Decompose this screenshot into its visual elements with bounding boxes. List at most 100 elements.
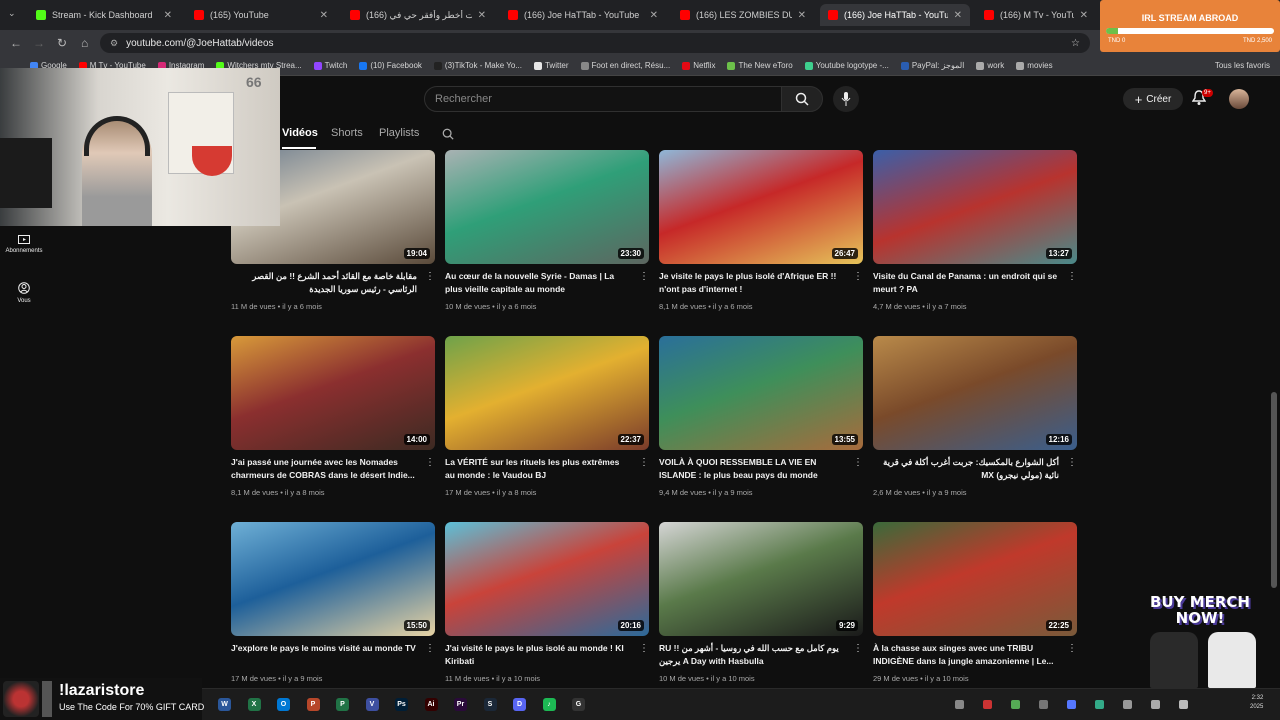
bookmark-item[interactable]: (10) Facebook <box>359 61 422 70</box>
more-actions-icon[interactable]: ⋮ <box>1067 458 1077 468</box>
bookmark-item[interactable]: Youtube logotype -... <box>804 61 889 70</box>
taskbar-app-icon[interactable]: P <box>306 698 320 711</box>
video-title[interactable]: Je visite le pays le plus isolé d'Afriqu… <box>659 270 845 296</box>
video-card[interactable]: 22:37 La VÉRITÉ sur les rituels les plus … <box>445 336 649 497</box>
system-tray-icon[interactable] <box>983 700 992 709</box>
more-actions-icon[interactable]: ⋮ <box>1067 644 1077 654</box>
more-actions-icon[interactable]: ⋮ <box>639 272 649 282</box>
video-thumbnail[interactable]: 20:16 <box>445 522 649 636</box>
bookmark-item[interactable]: movies <box>1016 61 1053 70</box>
close-tab-icon[interactable]: ✕ <box>320 10 328 21</box>
voice-search-button[interactable] <box>833 86 859 112</box>
video-title[interactable]: Au cœur de la nouvelle Syrie - Damas | L… <box>445 270 631 296</box>
reload-icon[interactable]: ↻ <box>57 36 67 50</box>
video-card[interactable]: 23:30 Au cœur de la nouvelle Syrie - Dama… <box>445 150 649 311</box>
more-actions-icon[interactable]: ⋮ <box>853 644 863 654</box>
account-avatar[interactable] <box>1229 89 1249 109</box>
taskbar-app-icon[interactable]: ♪ <box>542 698 556 711</box>
video-card[interactable]: 22:25 À la chasse aux singes avec une TRI… <box>873 522 1077 683</box>
system-tray-icon[interactable] <box>1179 700 1188 709</box>
taskbar-app-icon[interactable]: D <box>513 698 526 711</box>
video-thumbnail[interactable]: 22:25 <box>873 522 1077 636</box>
site-info-icon[interactable]: ⚙ <box>110 38 118 49</box>
more-actions-icon[interactable]: ⋮ <box>639 458 649 468</box>
browser-tab[interactable]: (166) LES ZOMBIES DU CANAD ✕ <box>672 4 814 26</box>
system-tray-icon[interactable] <box>1011 700 1020 709</box>
browser-tab[interactable]: (166) دخلت أخطر وأفقر حي في ✕ <box>342 4 494 26</box>
tab-playlists[interactable]: Playlists <box>379 127 419 139</box>
system-tray-icon[interactable] <box>1039 700 1048 709</box>
bookmark-star-icon[interactable]: ☆ <box>1071 38 1080 49</box>
video-card[interactable]: 13:55 VOILÀ À QUOI RESSEMBLE LA VIE EN IS… <box>659 336 863 497</box>
rail-item-subscriptions[interactable]: Abonnements <box>0 234 48 254</box>
browser-tab[interactable]: (165) YouTube ✕ <box>186 4 336 26</box>
taskbar-app-icon[interactable]: O <box>277 698 290 711</box>
bookmark-item[interactable]: Foot en direct, Résu... <box>580 61 670 70</box>
bookmark-item[interactable]: work <box>976 61 1004 70</box>
video-title[interactable]: أكل الشوارع بالمكسيك: جربت أغرب أكلة في … <box>873 456 1059 482</box>
close-tab-icon[interactable]: ✕ <box>954 10 962 21</box>
system-tray-icon[interactable] <box>1095 700 1104 709</box>
address-bar[interactable]: ⚙ youtube.com/@JoeHattab/videos ☆ <box>100 33 1090 53</box>
forward-icon[interactable]: → <box>33 36 45 50</box>
channel-search-button[interactable] <box>442 127 454 145</box>
video-card[interactable]: 15:50 J'explore le pays le moins visité a… <box>231 522 435 683</box>
video-title[interactable]: Visite du Canal de Panama : un endroit q… <box>873 270 1059 296</box>
browser-tab[interactable]: (166) M Tv - YouTube ✕ <box>976 4 1096 26</box>
video-title[interactable]: J'explore le pays le moins visité au mon… <box>231 642 417 668</box>
video-card[interactable]: 13:27 Visite du Canal de Panama : un endr… <box>873 150 1077 311</box>
taskbar-app-icon[interactable]: Ai <box>424 698 438 711</box>
tab-search-icon[interactable]: ⌄ <box>8 8 20 20</box>
system-tray-icon[interactable] <box>1151 700 1160 709</box>
bookmark-item[interactable]: PayPal: الموجز <box>900 61 964 70</box>
video-card[interactable]: 9:29 RU !! يوم كامل مع حسب الله في روسيا … <box>659 522 863 683</box>
bookmark-item[interactable]: Twitch <box>313 61 347 70</box>
bookmark-item[interactable]: Netflix <box>682 61 715 70</box>
search-input[interactable]: Rechercher <box>424 86 782 112</box>
video-thumbnail[interactable]: 13:55 <box>659 336 863 450</box>
video-thumbnail[interactable]: 13:27 <box>873 150 1077 264</box>
bookmark-item[interactable]: Twitter <box>533 61 569 70</box>
taskbar-app-icon[interactable]: V <box>365 698 379 711</box>
bookmark-item[interactable]: (3)TikTok - Make Yo... <box>433 61 522 70</box>
browser-tab[interactable]: (166) Joe HaTTab - YouTube ✕ <box>820 4 970 26</box>
video-title[interactable]: RU !! يوم كامل مع حسب الله في روسيا - أش… <box>659 642 845 668</box>
video-card[interactable]: 26:47 Je visite le pays le plus isolé d'A… <box>659 150 863 311</box>
video-title[interactable]: مقابلة خاصة مع القائد أحمد الشرع !! من ا… <box>231 270 417 296</box>
close-tab-icon[interactable]: ✕ <box>650 10 658 21</box>
video-thumbnail[interactable]: 26:47 <box>659 150 863 264</box>
taskbar-app-icon[interactable]: S <box>483 698 497 711</box>
video-title[interactable]: VOILÀ À QUOI RESSEMBLE LA VIE EN ISLANDE… <box>659 456 845 482</box>
close-tab-icon[interactable]: ✕ <box>164 10 172 21</box>
tab-videos[interactable]: Vidéos <box>282 127 318 139</box>
create-button[interactable]: + Créer <box>1123 88 1183 110</box>
close-tab-icon[interactable]: ✕ <box>798 10 806 21</box>
rail-item-you[interactable]: Vous <box>0 282 48 304</box>
video-thumbnail[interactable]: 15:50 <box>231 522 435 636</box>
taskbar-app-icon[interactable]: Ps <box>395 698 408 711</box>
taskbar-app-icon[interactable]: X <box>247 698 261 711</box>
bookmark-item[interactable]: The New eToro <box>727 61 793 70</box>
close-tab-icon[interactable]: ✕ <box>478 10 486 21</box>
taskbar-app-icon[interactable]: P <box>336 698 349 711</box>
video-title[interactable]: La VÉRITÉ sur les rituels les plus extrê… <box>445 456 631 482</box>
tab-shorts[interactable]: Shorts <box>331 127 363 139</box>
taskbar-app-icon[interactable]: G <box>572 698 585 711</box>
video-thumbnail[interactable]: 23:30 <box>445 150 649 264</box>
system-tray-icon[interactable] <box>1123 700 1132 709</box>
more-actions-icon[interactable]: ⋮ <box>425 644 435 654</box>
page-scrollbar[interactable] <box>1271 392 1277 588</box>
back-icon[interactable]: ← <box>10 36 22 50</box>
search-button[interactable] <box>781 86 823 112</box>
video-title[interactable]: J'ai passé une journée avec les Nomades … <box>231 456 417 482</box>
taskbar-app-icon[interactable]: W <box>218 698 231 711</box>
video-card[interactable]: 12:16 أكل الشوارع بالمكسيك: جربت أغرب أكل… <box>873 336 1077 497</box>
home-icon[interactable]: ⌂ <box>81 36 88 50</box>
video-card[interactable]: 20:16 J'ai visité le pays le plus isolé a… <box>445 522 649 683</box>
close-tab-icon[interactable]: ✕ <box>1080 10 1088 21</box>
more-actions-icon[interactable]: ⋮ <box>639 644 649 654</box>
video-thumbnail[interactable]: 14:00 <box>231 336 435 450</box>
browser-tab[interactable]: Stream - Kick Dashboard ✕ <box>28 4 180 26</box>
more-actions-icon[interactable]: ⋮ <box>425 458 435 468</box>
system-tray-icon[interactable] <box>955 700 964 709</box>
